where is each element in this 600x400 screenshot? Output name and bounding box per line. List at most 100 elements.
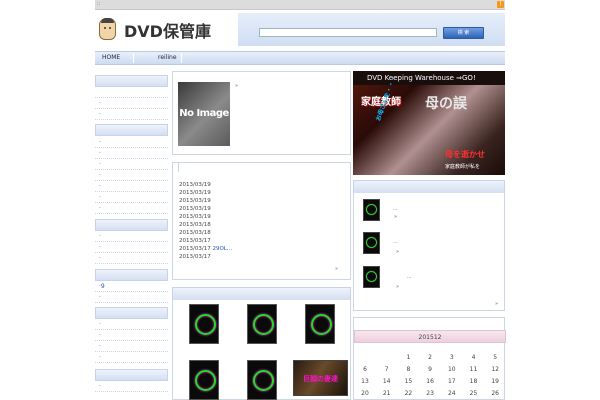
banner-caption: 家庭教師が私を: [445, 164, 481, 170]
dvd-thumbnail-wide[interactable]: 巨顔の妻達: [293, 360, 348, 396]
sidebar-heading: [95, 124, 168, 136]
sidebar-item[interactable]: ·: [95, 381, 168, 392]
sidebar-item[interactable]: ·: [95, 242, 168, 253]
sidebar-item[interactable]: ·: [95, 253, 168, 264]
search-area: 検 索: [238, 13, 505, 46]
banner-top-text[interactable]: DVD Keeping Warehouse ⇒GO!: [353, 71, 505, 85]
calendar-day[interactable]: 7: [376, 366, 398, 373]
calendar-day[interactable]: 2: [419, 354, 441, 361]
sidebar-item[interactable]: ·: [95, 109, 168, 120]
dvd-section-heading: [172, 287, 351, 301]
sidebar-item[interactable]: ·: [95, 192, 168, 203]
calendar-day[interactable]: 22: [397, 390, 419, 397]
featured-entry-box: No Image »: [172, 71, 351, 155]
calendar-day[interactable]: 25: [463, 390, 485, 397]
sidebar-item[interactable]: ·: [95, 341, 168, 352]
rss-icon[interactable]: ): [497, 1, 504, 8]
entry-date[interactable]: 2013/03/17: [179, 254, 211, 260]
item-list-box: ... » ... » ... » »: [353, 193, 505, 311]
calendar-day[interactable]: 3: [441, 354, 463, 361]
sidebar-heading: [95, 269, 168, 281]
sidebar-item[interactable]: ·: [95, 170, 168, 181]
sidebar-item[interactable]: ·: [95, 159, 168, 170]
calendar-day[interactable]: 8: [397, 366, 419, 373]
nav-reiline[interactable]: reiline: [158, 52, 177, 64]
entry-date[interactable]: 2013/03/19: [179, 198, 211, 204]
dvd-thumbnail[interactable]: [189, 360, 219, 400]
calendar-day[interactable]: 12: [484, 366, 506, 373]
calendar-day[interactable]: 26: [484, 390, 506, 397]
calendar-day[interactable]: 13: [354, 378, 376, 385]
calendar-day[interactable]: 4: [463, 354, 485, 361]
dvd-thumbnail[interactable]: [305, 304, 335, 344]
sidebar-heading: [353, 180, 505, 194]
ring-graphic: [253, 314, 274, 335]
calendar-day[interactable]: 18: [463, 378, 485, 385]
entry-date[interactable]: 2013/03/17: [179, 238, 211, 244]
entry-date[interactable]: 2013/03/18: [179, 222, 211, 228]
item-mark[interactable]: »: [396, 284, 399, 290]
entry-link[interactable]: 29OL...: [212, 246, 232, 252]
calendar-day[interactable]: 19: [484, 378, 506, 385]
sidebar-heading: [95, 369, 168, 381]
entry-date[interactable]: 2013/03/19: [179, 214, 211, 220]
sidebar-item[interactable]: ·: [95, 352, 168, 363]
header: DVD保管庫 検 索: [95, 10, 505, 52]
sidebar-item[interactable]: ·: [95, 203, 168, 214]
search-button[interactable]: 検 索: [443, 27, 484, 39]
calendar-day[interactable]: 10: [441, 366, 463, 373]
sidebar-item[interactable]: ·: [95, 137, 168, 148]
sidebar-item[interactable]: ·: [95, 231, 168, 242]
calendar-day[interactable]: 9: [419, 366, 441, 373]
promo-banner[interactable]: DVD Keeping Warehouse ⇒GO! 家庭教師 母の誤 お母さん…: [353, 71, 505, 175]
item-mark[interactable]: »: [396, 249, 399, 255]
calendar-box: 201512 1 2 3 4 5 6 7 8 9 10 11 12 13 14 15 16 17 18 19 20 21…: [353, 317, 506, 400]
item-thumbnail[interactable]: [363, 199, 380, 221]
calendar-day[interactable]: 6: [354, 366, 376, 373]
sidebar-item[interactable]: ·9: [95, 281, 168, 292]
search-input[interactable]: [259, 28, 437, 37]
calendar-day[interactable]: 23: [419, 390, 441, 397]
entry-date[interactable]: 2013/03/19: [179, 182, 211, 188]
calendar-title: 201512: [354, 330, 506, 343]
site-logo-text[interactable]: DVD保管庫: [124, 18, 211, 42]
sidebar-item[interactable]: ·: [95, 98, 168, 109]
calendar-day[interactable]: 24: [441, 390, 463, 397]
entry-date-with-link[interactable]: 2013/03/17 29OL...: [179, 246, 232, 252]
calendar-day[interactable]: 14: [376, 378, 398, 385]
sidebar-item[interactable]: ·: [95, 181, 168, 192]
calendar-day[interactable]: 21: [376, 390, 398, 397]
dvd-thumbnail[interactable]: [247, 304, 277, 344]
sidebar-item[interactable]: ·: [95, 319, 168, 330]
calendar-day[interactable]: 16: [419, 378, 441, 385]
calendar-day[interactable]: 20: [354, 390, 376, 397]
nav-home[interactable]: HOME: [102, 52, 120, 64]
sidebar-item[interactable]: ·: [95, 292, 168, 303]
dvd-thumbnail[interactable]: [247, 360, 277, 400]
calendar-day[interactable]: 17: [441, 378, 463, 385]
left-sidebar: · · · · · · · · · · · · · ·9 · · · · · ·: [95, 71, 168, 400]
entry-date[interactable]: 2013/03/18: [179, 230, 211, 236]
banner-title-right: 母の誤: [425, 96, 467, 112]
dvd-thumbnail[interactable]: [189, 304, 219, 344]
entry-date[interactable]: 2013/03/19: [179, 206, 211, 212]
item-thumbnail[interactable]: [363, 266, 380, 288]
sidebar-heading: [95, 75, 168, 87]
sidebar-item[interactable]: ·: [95, 148, 168, 159]
item-thumbnail[interactable]: [363, 232, 380, 254]
more-mark[interactable]: »: [335, 266, 338, 272]
no-image-placeholder[interactable]: No Image: [178, 82, 230, 146]
entry-date[interactable]: 2013/03/19: [179, 190, 211, 196]
calendar-day[interactable]: 5: [484, 354, 506, 361]
calendar-day[interactable]: 11: [463, 366, 485, 373]
calendar-day[interactable]: 1: [397, 354, 419, 361]
calendar-day[interactable]: 15: [397, 378, 419, 385]
global-nav: HOME reiline: [95, 51, 505, 65]
sidebar-item[interactable]: [95, 87, 168, 98]
sidebar-item[interactable]: ·: [95, 330, 168, 341]
item-dots: ...: [393, 206, 398, 212]
item-mark[interactable]: »: [394, 214, 397, 220]
logo-mascot-icon[interactable]: [99, 18, 116, 40]
more-mark[interactable]: »: [495, 301, 498, 307]
sidebar-heading: [95, 307, 168, 319]
